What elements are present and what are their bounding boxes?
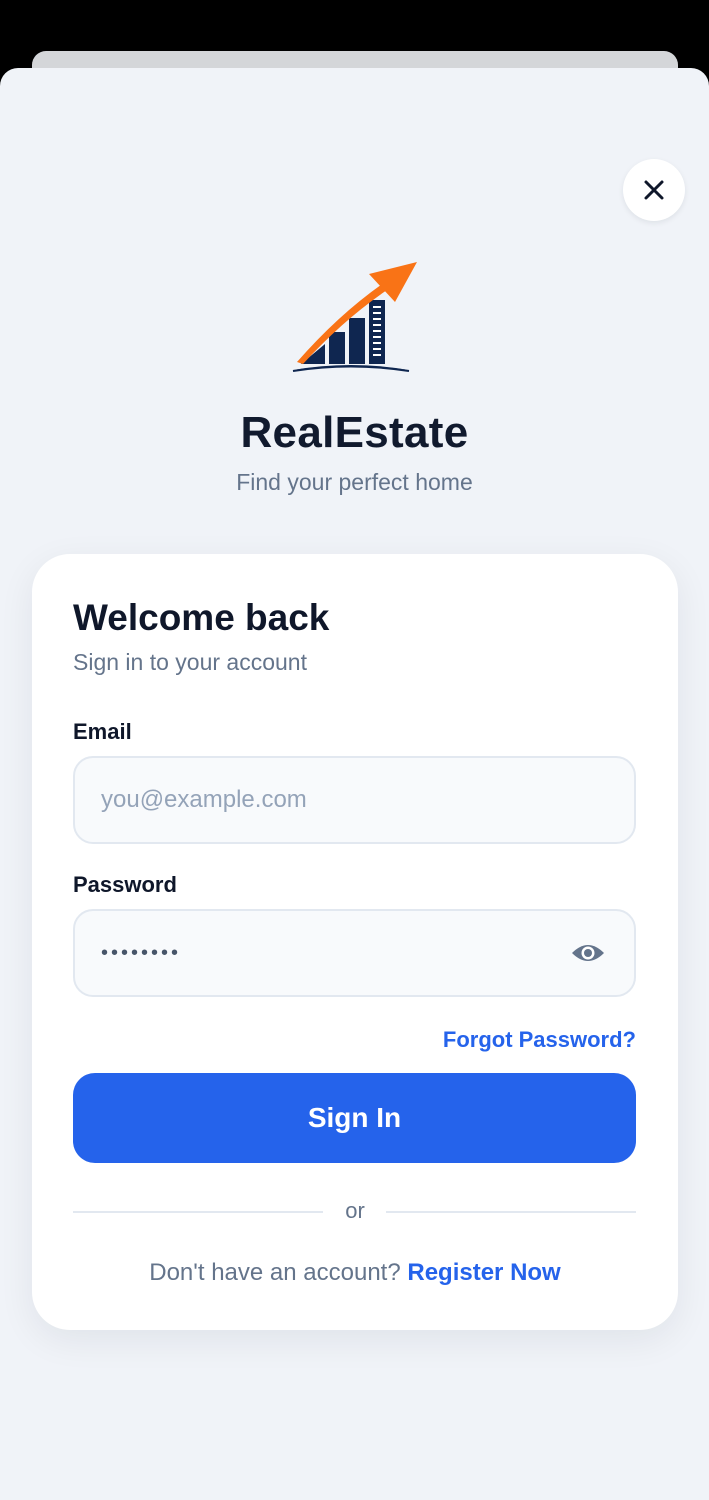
password-label: Password [73, 872, 177, 897]
register-prompt: Don't have an account? [149, 1259, 401, 1286]
login-subtitle: Sign in to your account [73, 649, 307, 675]
login-card: Welcome back Sign in to your account Ema… [32, 554, 678, 1330]
email-input[interactable] [101, 786, 608, 814]
forgot-password-link[interactable]: Forgot Password? [443, 1027, 636, 1053]
eye-icon [572, 945, 604, 961]
register-now-link[interactable]: Register Now [407, 1259, 560, 1286]
logo-building-3 [349, 318, 365, 364]
login-title: Welcome back [73, 597, 330, 638]
logo-building-2 [329, 332, 345, 364]
email-label: Email [73, 719, 132, 744]
close-button[interactable] [623, 159, 685, 221]
divider-line-right [386, 1211, 636, 1213]
password-field[interactable]: •••••••• [73, 909, 636, 997]
email-field-wrapper [73, 756, 636, 844]
app-logo [292, 262, 417, 372]
sign-in-button[interactable]: Sign In [73, 1073, 636, 1163]
app-name: RealEstate [240, 408, 469, 457]
app-tagline: Find your perfect home [236, 469, 473, 495]
password-masked-value: •••••••• [101, 941, 182, 964]
close-icon [644, 180, 664, 200]
register-row: Don't have an account? Register Now [32, 1259, 678, 1287]
toggle-password-visibility-button[interactable] [568, 933, 608, 973]
